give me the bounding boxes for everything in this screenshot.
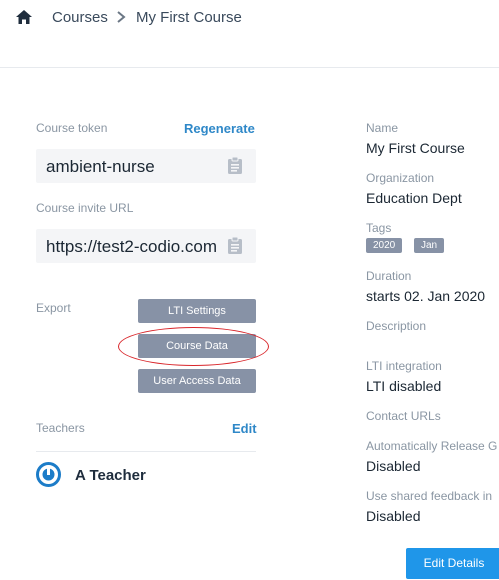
teacher-avatar-icon [36, 462, 61, 487]
auto-release-label: Automatically Release G [366, 439, 498, 453]
teachers-label: Teachers [36, 421, 85, 435]
shared-feedback-label: Use shared feedback in [366, 489, 493, 503]
duration-value: starts 02. Jan 2020 [366, 288, 486, 304]
description-label: Description [366, 319, 427, 333]
auto-release-value: Disabled [366, 458, 421, 474]
edit-teachers-link[interactable]: Edit [232, 421, 257, 436]
home-icon[interactable] [15, 9, 33, 25]
clipboard-icon[interactable] [227, 236, 243, 255]
highlight-ellipse [118, 327, 269, 366]
lti-integration-label: LTI integration [366, 359, 442, 373]
organization-value: Education Dept [366, 190, 462, 206]
edit-details-button[interactable]: Edit Details [406, 548, 499, 579]
course-token-value: ambient-nurse [46, 157, 155, 176]
name-label: Name [366, 121, 399, 135]
breadcrumb-current: My First Course [136, 9, 242, 26]
clipboard-icon[interactable] [227, 156, 243, 175]
course-token-field[interactable]: ambient-nurse [36, 149, 256, 183]
course-invite-url-field[interactable]: https://test2-codio.com [36, 229, 256, 263]
export-label: Export [36, 301, 71, 315]
course-invite-url-value: https://test2-codio.com [46, 237, 218, 256]
tags-label: Tags [366, 221, 392, 235]
user-access-data-button[interactable]: User Access Data [138, 369, 256, 393]
course-token-label: Course token [36, 121, 108, 135]
breadcrumb-bar: Courses My First Course [0, 0, 499, 68]
course-invite-url-label: Course invite URL [36, 201, 134, 215]
duration-label: Duration [366, 269, 412, 283]
breadcrumb-courses[interactable]: Courses [52, 9, 108, 26]
name-value: My First Course [366, 140, 465, 156]
lti-settings-button[interactable]: LTI Settings [138, 299, 256, 323]
chevron-right-icon [117, 11, 126, 23]
tag-jan: Jan [414, 238, 445, 253]
tag-2020: 2020 [366, 238, 403, 253]
contact-urls-label: Contact URLs [366, 409, 441, 423]
organization-label: Organization [366, 171, 435, 185]
shared-feedback-value: Disabled [366, 508, 421, 524]
lti-integration-value: LTI disabled [366, 378, 442, 394]
divider [36, 451, 256, 452]
regenerate-link[interactable]: Regenerate [184, 121, 255, 136]
teacher-name[interactable]: A Teacher [75, 467, 146, 484]
